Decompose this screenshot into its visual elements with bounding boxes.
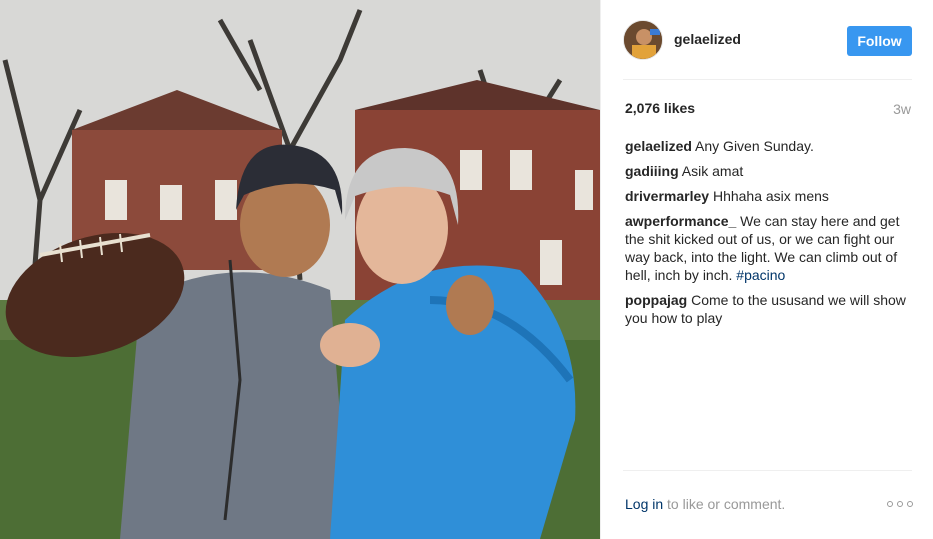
comment-author[interactable]: drivermarley [625, 188, 709, 204]
avatar-image [624, 21, 662, 59]
header-divider [623, 79, 912, 80]
post-details-panel: gelaelized Follow 2,076 likes 3w gelaeli… [600, 0, 933, 539]
dot-icon [887, 501, 893, 507]
login-prompt: Log in to like or comment. [625, 496, 785, 512]
avatar[interactable] [623, 20, 663, 60]
footer-divider [623, 470, 912, 471]
comment-author[interactable]: gadiiing [625, 163, 679, 179]
photo-illustration [0, 0, 600, 539]
post-header: gelaelized Follow [601, 0, 933, 80]
comment-item: awperformance_ We can stay here and get … [625, 212, 915, 284]
post-time[interactable]: 3w [893, 101, 911, 117]
dot-icon [907, 501, 913, 507]
comment-text: Asik amat [681, 163, 744, 179]
more-options-icon[interactable] [887, 496, 913, 512]
post-photo[interactable] [0, 0, 600, 539]
post-username[interactable]: gelaelized [674, 31, 741, 47]
comment-item: gelaelized Any Given Sunday. [625, 137, 915, 155]
dot-icon [897, 501, 903, 507]
comment-author[interactable]: poppajag [625, 292, 687, 308]
comment-text: Any Given Sunday. [695, 138, 814, 154]
comment-text: Hhhaha asix mens [712, 188, 829, 204]
follow-button[interactable]: Follow [847, 26, 912, 56]
hashtag-link[interactable]: #pacino [736, 267, 785, 283]
comment-item: gadiiing Asik amat [625, 162, 915, 180]
comment-item: poppajag Come to the ususand we will sho… [625, 291, 915, 327]
login-link[interactable]: Log in [625, 496, 663, 512]
comment-item: drivermarley Hhhaha asix mens [625, 187, 915, 205]
login-prompt-text: to like or comment. [667, 496, 786, 512]
likes-count[interactable]: 2,076 likes [625, 100, 695, 116]
comment-author[interactable]: awperformance_ [625, 213, 736, 229]
comments-list: gelaelized Any Given Sunday. gadiiing As… [625, 137, 915, 334]
comment-author[interactable]: gelaelized [625, 138, 692, 154]
